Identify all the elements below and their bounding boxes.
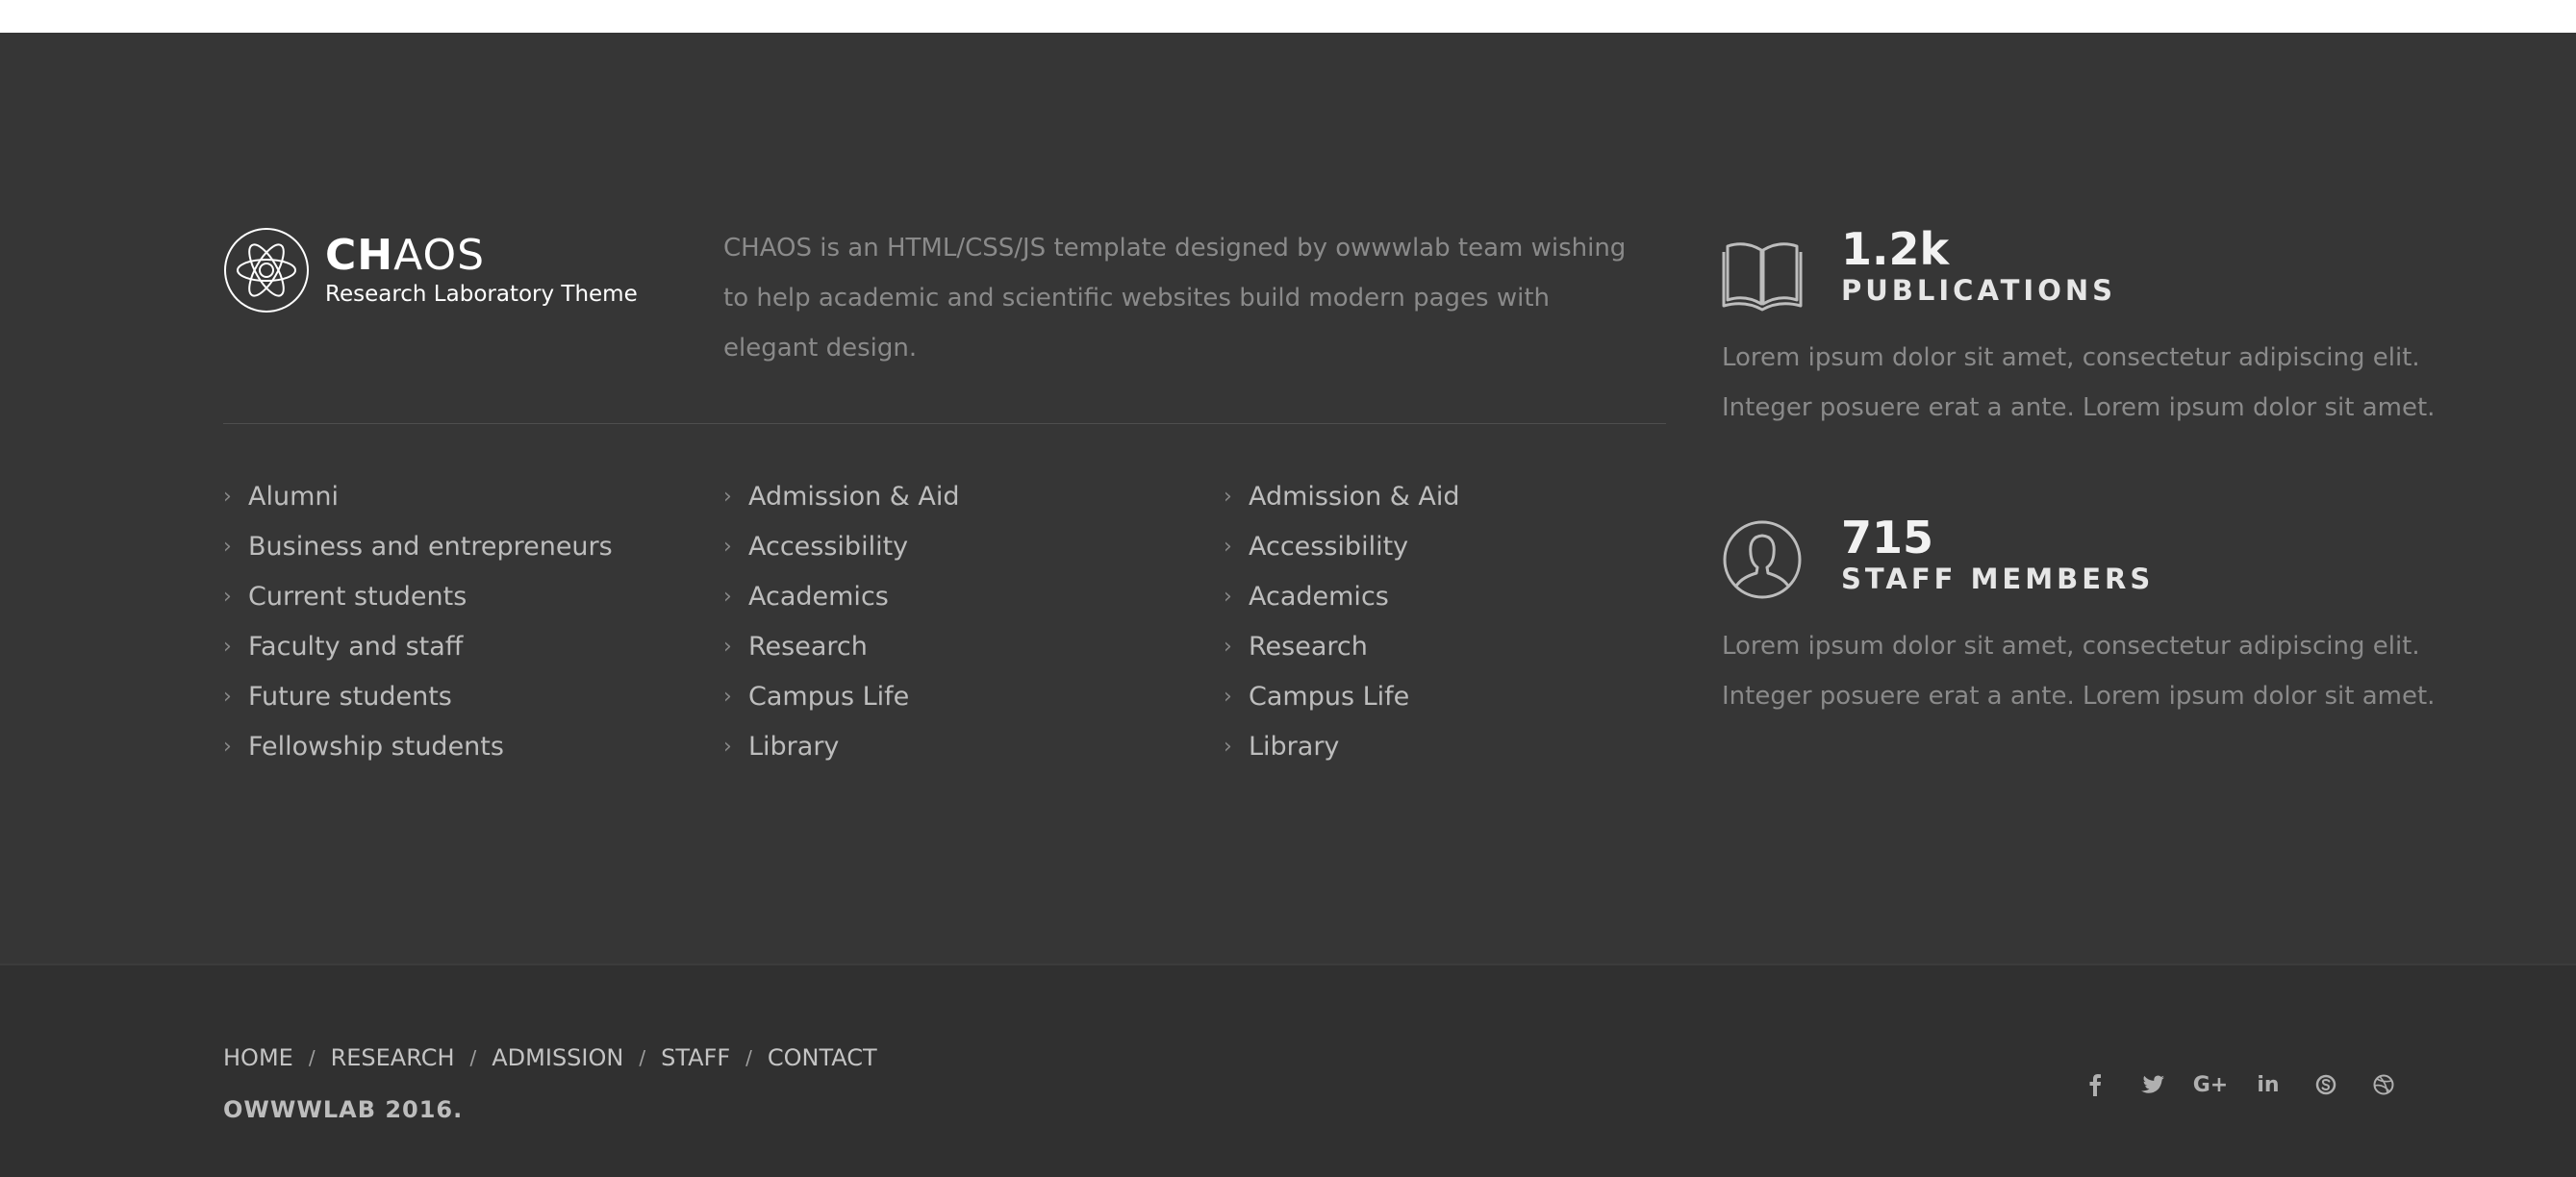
chevron-right-icon: ›	[223, 484, 232, 509]
facebook-icon[interactable]	[2066, 1067, 2124, 1102]
nav-admission[interactable]: ADMISSION	[492, 1044, 623, 1071]
chevron-right-icon: ›	[223, 684, 232, 709]
stat-staff-members: 715 STAFF MEMBERS Lorem ipsum dolor sit …	[1722, 513, 2453, 721]
footer-link[interactable]: › Current students	[223, 571, 613, 621]
footer-link[interactable]: › Campus Life	[1224, 671, 1460, 721]
about-text: CHAOS is an HTML/CSS/JS template designe…	[723, 234, 1627, 363]
bottom-nav: HOME / RESEARCH / ADMISSION / STAFF / CO…	[223, 1044, 877, 1071]
chevron-right-icon: ›	[723, 534, 732, 559]
nav-separator: /	[639, 1046, 646, 1069]
stat-publications: 1.2k PUBLICATIONS Lorem ipsum dolor sit …	[1722, 225, 2453, 433]
nav-separator: /	[308, 1046, 316, 1069]
footer-link[interactable]: › Admission & Aid	[723, 471, 960, 521]
logo[interactable]: CHAOS Research Laboratory Theme	[223, 227, 638, 313]
nav-separator: /	[745, 1046, 752, 1069]
nav-staff[interactable]: STAFF	[661, 1044, 730, 1071]
footer-link[interactable]: › Alumni	[223, 471, 613, 521]
chevron-right-icon: ›	[1224, 634, 1232, 659]
chevron-right-icon: ›	[223, 584, 232, 609]
chevron-right-icon: ›	[1224, 684, 1232, 709]
logo-tagline: Research Laboratory Theme	[325, 282, 638, 307]
link-column-1: › Alumni › Business and entrepreneurs › Cur…	[223, 471, 613, 771]
stat-number: 715	[1841, 512, 1934, 563]
footer-link[interactable]: › Research	[1224, 621, 1460, 671]
dribbble-icon[interactable]	[2355, 1067, 2412, 1102]
twitter-icon[interactable]	[2124, 1067, 2182, 1102]
footer-link[interactable]: › Campus Life	[723, 671, 960, 721]
chevron-right-icon: ›	[223, 634, 232, 659]
link-column-2: › Admission & Aid › Accessibility › Academi…	[723, 471, 960, 771]
chevron-right-icon: ›	[723, 634, 732, 659]
chevron-right-icon: ›	[723, 484, 732, 509]
footer-link[interactable]: › Fellowship students	[223, 721, 613, 771]
footer-link[interactable]: › Library	[723, 721, 960, 771]
footer-link[interactable]: › Future students	[223, 671, 613, 721]
divider	[223, 423, 1666, 424]
atom-logo-icon	[224, 228, 309, 313]
nav-contact[interactable]: CONTACT	[768, 1044, 877, 1071]
copyright: OWWWLAB 2016.	[223, 1096, 464, 1123]
stat-description: Lorem ipsum dolor sit amet, consectetur …	[1722, 632, 2436, 711]
footer-link[interactable]: › Library	[1224, 721, 1460, 771]
social-links: G+ in	[2066, 1067, 2412, 1102]
chevron-right-icon: ›	[223, 734, 232, 759]
footer-link[interactable]: › Academics	[723, 571, 960, 621]
footer-link[interactable]: › Research	[723, 621, 960, 671]
logo-name: CHAOS	[325, 231, 486, 280]
google-plus-icon[interactable]: G+	[2182, 1067, 2239, 1102]
chevron-right-icon: ›	[223, 534, 232, 559]
footer-link[interactable]: › Academics	[1224, 571, 1460, 621]
top-white-bar	[0, 0, 2576, 33]
footer-link[interactable]: › Faculty and staff	[223, 621, 613, 671]
stat-label: PUBLICATIONS	[1841, 274, 2117, 307]
stat-number: 1.2k	[1841, 223, 1950, 275]
skype-icon[interactable]	[2297, 1067, 2355, 1102]
chevron-right-icon: ›	[723, 684, 732, 709]
nav-research[interactable]: RESEARCH	[331, 1044, 455, 1071]
chevron-right-icon: ›	[1224, 584, 1232, 609]
linkedin-icon[interactable]: in	[2239, 1067, 2297, 1102]
chevron-right-icon: ›	[1224, 484, 1232, 509]
stat-description: Lorem ipsum dolor sit amet, consectetur …	[1722, 343, 2436, 422]
nav-separator: /	[469, 1046, 477, 1069]
footer-link[interactable]: › Accessibility	[1224, 521, 1460, 571]
stat-label: STAFF MEMBERS	[1841, 563, 2155, 595]
chevron-right-icon: ›	[723, 734, 732, 759]
chevron-right-icon: ›	[1224, 534, 1232, 559]
chevron-right-icon: ›	[723, 584, 732, 609]
footer-link[interactable]: › Accessibility	[723, 521, 960, 571]
link-column-3: › Admission & Aid › Accessibility › Academi…	[1224, 471, 1460, 771]
footer-link[interactable]: › Admission & Aid	[1224, 471, 1460, 521]
book-icon	[1722, 242, 1803, 312]
nav-home[interactable]: HOME	[223, 1044, 293, 1071]
chevron-right-icon: ›	[1224, 734, 1232, 759]
footer-link[interactable]: › Business and entrepreneurs	[223, 521, 613, 571]
user-profile-icon	[1723, 520, 1802, 599]
